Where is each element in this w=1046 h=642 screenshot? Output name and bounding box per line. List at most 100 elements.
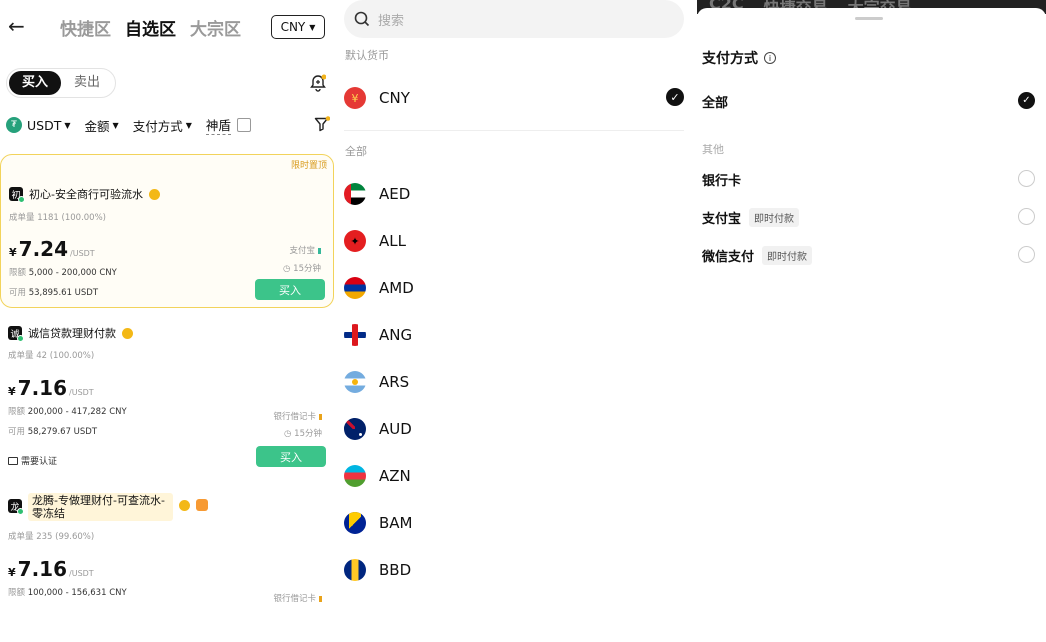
currency-code: AED [379,185,411,203]
merchant-name[interactable]: 诚信贷款理财付款 [28,325,116,341]
currency-row-bbd[interactable]: BBD [344,550,684,590]
verified-badge-icon [179,500,190,511]
radio-icon[interactable] [1018,246,1035,263]
payment-filter[interactable]: 支付方式 ▼ [133,116,192,135]
merchant-header: 龙 龙腾-专做理财付-可查流水-零冻结 [8,493,208,521]
time-limit: ◷ 15分钟 [283,264,321,274]
kyc-label: 需要认证 [21,457,58,467]
price-unit: /USDT [70,249,95,258]
currency-select-button[interactable]: CNY ▼ [271,15,325,39]
search-input[interactable]: 搜索 [344,0,684,38]
arrow-left-icon[interactable]: ← [8,14,25,38]
currency-symbol: ¥ [8,566,16,579]
kyc-required: 需要认证 [8,454,57,467]
option-bank-card[interactable]: 银行卡 [702,167,1038,191]
option-label: 银行卡 [702,173,742,189]
currency-code: BAM [379,514,413,532]
bottom-sheet: 支付方式 i 全部 ✓ 其他 银行卡 支付宝 即时付款 微信支付 即时付款 [697,8,1046,642]
currency-row-amd[interactable]: AMD [344,268,684,308]
caret-down-icon: ▼ [64,120,71,130]
price-value: 7.16 [17,376,68,400]
filter-funnel-icon[interactable] [314,116,330,132]
merchant-name[interactable]: 龙腾-专做理财付-可查流水-零冻结 [28,493,173,521]
tab-bulk[interactable]: 大宗区 [190,15,241,40]
available-value: 58,279.67 USDT [27,427,98,437]
limit-label: 限额 [9,268,27,278]
currency-row-aud[interactable]: AUD [344,409,684,449]
currency-row-ang[interactable]: ANG [344,315,684,355]
caret-down-icon: ▼ [185,120,192,130]
merchant-stats: 成单量 1181 (100.00%) [9,213,106,223]
available-label: 可用 [8,427,26,437]
id-card-icon [8,456,18,465]
payment-method-sheet-panel: C2C 快捷交易 大宗交易 支付方式 i 全部 ✓ 其他 银行卡 支付宝 即时付… [697,0,1046,642]
payment-method: 支付宝 [289,244,321,256]
drag-handle[interactable] [855,17,883,20]
ang-flag-icon [344,324,366,346]
available-value: 53,895.61 USDT [28,288,99,298]
currency-row-ars[interactable]: ARS [344,362,684,402]
radio-icon[interactable] [1018,170,1035,187]
available-label: 可用 [9,288,27,298]
merchant-header: 诚 诚信贷款理财付款 [8,325,133,342]
usdt-icon: ₮ [6,117,22,133]
limit-label: 限额 [8,588,26,598]
currency-picker-panel: 搜索 默认货币 ¥ CNY ✓ 全部 AED ✦ ALL AMD ANG ARS… [338,0,697,642]
currency-code: BBD [379,561,412,579]
time-limit-value: 15分钟 [294,429,322,439]
option-all[interactable]: 全部 ✓ [702,89,1038,113]
other-label: 其他 [702,143,724,156]
price: ¥ 7.24 /USDT [9,237,95,261]
divider [344,130,684,131]
option-alipay[interactable]: 支付宝 即时付款 [702,205,1038,229]
filter-bar: ₮ USDT ▼ 金额 ▼ 支付方式 ▼ 神盾 [6,114,336,136]
merchant-avatar: 初 [9,187,25,203]
ad-card[interactable]: 龙 龙腾-专做理财付-可查流水-零冻结 成单量 235 (99.60%) ¥ 7… [0,485,334,625]
amount-filter-label: 金额 [84,118,110,134]
p2p-market-panel: ← 快捷区 自选区 大宗区 CNY ▼ 买入 卖出 ₮ USDT ▼ 金额 ▼ 支付… [0,0,338,642]
currency-row-bam[interactable]: BAM [344,503,684,543]
radio-icon[interactable] [1018,208,1035,225]
currency-row-aed[interactable]: AED [344,174,684,214]
coin-filter[interactable]: USDT ▼ [27,118,71,133]
bam-flag-icon [344,512,366,534]
price: ¥ 7.16 /USDT [8,557,94,581]
limit-row: 限额 100,000 - 156,631 CNY [8,586,127,598]
ad-card[interactable]: 限时置顶 初 初心-安全商行可验流水 成单量 1181 (100.00%) ¥ … [0,154,334,308]
price-unit: /USDT [69,388,94,397]
top-nav: ← 快捷区 自选区 大宗区 CNY ▼ [0,0,338,54]
ad-card[interactable]: 诚 诚信贷款理财付款 成单量 42 (100.00%) ¥ 7.16 /USDT… [0,310,334,480]
shield-checkbox[interactable] [236,118,251,132]
radio-checked-icon[interactable]: ✓ [1018,92,1035,109]
currency-symbol: ¥ [9,246,17,259]
option-label: 支付宝 [702,211,742,227]
info-icon[interactable]: i [764,52,776,64]
currency-code: ANG [379,326,413,344]
bell-icon[interactable] [310,74,326,92]
buy-sell-toggle: 买入 卖出 [6,68,116,98]
limit-value: 200,000 - 417,282 CNY [27,407,127,417]
currency-row-cny[interactable]: ¥ CNY ✓ [344,78,684,118]
merchant-name[interactable]: 初心-安全商行可验流水 [29,186,143,202]
available-row: 可用 58,279.67 USDT [8,425,97,437]
currency-row-all[interactable]: ✦ ALL [344,221,684,261]
zone-tabs: 快捷区 自选区 大宗区 [60,15,241,40]
buy-tab[interactable]: 买入 [9,71,61,95]
currency-row-azn[interactable]: AZN [344,456,684,496]
option-wechat-pay[interactable]: 微信支付 即时付款 [702,243,1038,267]
currency-code: ALL [379,232,406,250]
buy-button[interactable]: 买入 [256,446,326,467]
amount-filter[interactable]: 金额 ▼ [85,116,119,135]
sell-tab[interactable]: 卖出 [61,71,113,95]
option-label: 微信支付 [702,249,755,265]
currency-code: CNY [379,89,410,107]
available-row: 可用 53,895.61 USDT [9,286,98,298]
tab-custom[interactable]: 自选区 [125,15,176,40]
buy-button[interactable]: 买入 [255,279,325,300]
amd-flag-icon [344,277,366,299]
currency-code: ARS [379,373,410,391]
sheet-title-text: 支付方式 [702,51,758,67]
tab-quick[interactable]: 快捷区 [60,15,111,40]
pinned-tag: 限时置顶 [290,161,327,171]
price-value: 7.24 [18,237,69,261]
